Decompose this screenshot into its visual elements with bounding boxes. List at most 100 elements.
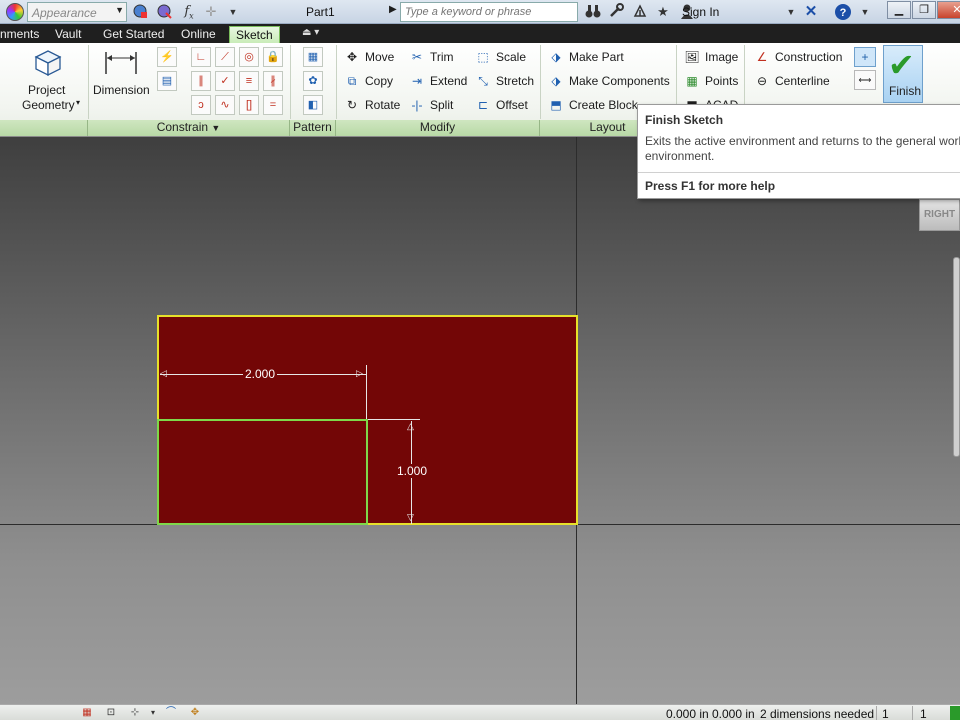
application-menu-icon[interactable] <box>6 3 24 21</box>
status-bar: ▦ ⊡ ⊹ ▾ ⌒ ✥ 0.000 in 0.000 in 2 dimensio… <box>0 704 960 720</box>
copy-button[interactable]: Copy <box>365 74 393 88</box>
finish-sketch-button[interactable]: ✔ Finish <box>883 45 923 103</box>
sign-in-link[interactable]: Sign In <box>682 5 719 19</box>
orbit-icon[interactable]: ⌒ <box>164 706 178 720</box>
pan-icon[interactable]: ✥ <box>188 706 202 720</box>
offset-button[interactable]: Offset <box>496 98 528 112</box>
help-chevron-icon[interactable]: ▼ <box>856 3 874 21</box>
rectangular-pattern-icon[interactable]: ▦ <box>303 47 323 67</box>
symmetric-constraint-icon[interactable]: [] <box>239 95 259 115</box>
plus-icon[interactable]: ✛ <box>202 3 220 21</box>
smooth-constraint-icon[interactable]: ∿ <box>215 95 235 115</box>
snap-chevron-icon[interactable]: ▾ <box>146 706 160 720</box>
center-point-icon[interactable]: + <box>854 47 876 67</box>
move-button[interactable]: Move <box>365 50 394 64</box>
fix-constraint-icon[interactable]: 🔒 <box>263 47 283 67</box>
customize-menu-icon[interactable]: ▼ <box>224 3 242 21</box>
stretch-icon[interactable]: ⤡ <box>475 73 491 89</box>
show-constraints-icon[interactable]: ▤ <box>157 71 177 91</box>
project-geometry-chevron-icon[interactable]: ▾ <box>76 98 80 107</box>
vertical-constraint-icon[interactable]: ∦ <box>263 71 283 91</box>
copy-icon[interactable]: ⧉ <box>344 73 360 89</box>
equal-constraint-icon[interactable]: = <box>263 95 283 115</box>
scale-button[interactable]: Scale <box>496 50 526 64</box>
project-geometry-label-2[interactable]: Geometry <box>22 98 75 112</box>
points-icon[interactable]: ▦ <box>684 73 700 89</box>
horizontal-constraint-icon[interactable]: ≡ <box>239 71 259 91</box>
rotate-icon[interactable]: ↻ <box>344 97 360 113</box>
parallel-constraint-icon[interactable]: ∥ <box>191 71 211 91</box>
make-part-icon[interactable]: ⬗ <box>548 49 564 65</box>
extend-button[interactable]: Extend <box>430 74 467 88</box>
scale-icon[interactable]: ⬚ <box>475 49 491 65</box>
tab-vault[interactable]: Vault <box>55 26 81 43</box>
split-button[interactable]: Split <box>430 98 453 112</box>
mirror-icon[interactable]: ◧ <box>303 95 323 115</box>
horizontal-dimension-value[interactable]: 2.000 <box>243 367 278 381</box>
tab-sketch[interactable]: Sketch <box>229 26 280 43</box>
split-icon[interactable]: -|- <box>409 97 425 113</box>
appearance-dropdown[interactable]: Appearance ▼ <box>27 2 127 22</box>
create-block-button[interactable]: Create Block <box>569 98 638 112</box>
panel-display-toggle-icon[interactable]: ⏏ ▾ <box>302 27 319 38</box>
circular-pattern-icon[interactable]: ✿ <box>303 71 323 91</box>
tab-get-started[interactable]: Get Started <box>103 26 164 43</box>
perpendicular-constraint-icon[interactable]: ✓ <box>215 71 235 91</box>
sketch-inner-rectangle[interactable] <box>157 419 368 525</box>
image-icon[interactable]: 🖼 <box>684 49 700 65</box>
mirror-window-icon[interactable]: ⊡ <box>104 706 118 720</box>
make-components-icon[interactable]: ⬗ <box>548 73 564 89</box>
graphics-canvas[interactable]: RIGHT ◁ ▷ 2.000 △ ▽ 1.000 <box>0 137 960 704</box>
exchange-apps-icon[interactable]: ✕ <box>802 3 820 21</box>
auto-dimension-icon[interactable]: ⚡ <box>157 47 177 67</box>
search-expand-icon[interactable]: ▶ <box>389 4 397 15</box>
concentric-constraint-icon[interactable]: ◎ <box>239 47 259 67</box>
binoculars-icon[interactable] <box>584 3 602 21</box>
minimize-button[interactable]: ▁ <box>887 1 911 19</box>
constrain-panel-bar[interactable]: Constrain ▼ <box>88 120 290 136</box>
communication-center-icon[interactable] <box>631 3 649 21</box>
close-button[interactable]: ✕ <box>937 1 960 19</box>
make-components-button[interactable]: Make Components <box>569 74 670 88</box>
trim-button[interactable]: Trim <box>430 50 454 64</box>
viewcube[interactable]: RIGHT <box>919 199 960 231</box>
fx-parameters-icon[interactable]: fx <box>180 3 198 21</box>
construction-button[interactable]: Construction <box>775 50 842 64</box>
color-override-icon[interactable] <box>131 3 149 21</box>
project-geometry-icon[interactable] <box>32 47 62 80</box>
dimension-label[interactable]: Dimension <box>93 83 150 97</box>
trim-icon[interactable]: ✂ <box>409 49 425 65</box>
points-button[interactable]: Points <box>705 74 738 88</box>
subscription-icon[interactable] <box>607 3 625 21</box>
sign-in-chevron-icon[interactable]: ▼ <box>782 3 800 21</box>
collinear-constraint-icon[interactable]: ⟋ <box>215 47 235 67</box>
favorites-star-icon[interactable]: ★ <box>654 3 672 21</box>
stretch-button[interactable]: Stretch <box>496 74 534 88</box>
coincident-constraint-icon[interactable]: ∟ <box>191 47 211 67</box>
vertical-dimension-value[interactable]: 1.000 <box>395 464 430 478</box>
navigation-bar[interactable] <box>953 257 960 457</box>
driven-dimension-icon[interactable]: ⟷ <box>854 70 876 90</box>
grid-icon[interactable]: ▦ <box>80 706 94 720</box>
centerline-button[interactable]: Centerline <box>775 74 830 88</box>
centerline-icon[interactable]: ⊖ <box>754 73 770 89</box>
search-input[interactable] <box>400 2 578 22</box>
snap-icon[interactable]: ⊹ <box>128 706 142 720</box>
move-icon[interactable]: ✥ <box>344 49 360 65</box>
extend-icon[interactable]: ⇥ <box>409 73 425 89</box>
project-geometry-label[interactable]: Project <box>28 83 65 97</box>
help-icon[interactable]: ? <box>834 3 852 21</box>
tab-online[interactable]: Online <box>181 26 216 43</box>
tab-environments[interactable]: nments <box>0 26 39 43</box>
rotate-button[interactable]: Rotate <box>365 98 400 112</box>
construction-icon[interactable]: ∠ <box>754 49 770 65</box>
dimension-icon[interactable] <box>104 48 138 79</box>
finish-sketch-tooltip: Finish Sketch Exits the active environme… <box>637 104 960 199</box>
restore-button[interactable]: ❐ <box>912 1 936 19</box>
create-block-icon[interactable]: ⬒ <box>548 97 564 113</box>
image-button[interactable]: Image <box>705 50 738 64</box>
offset-icon[interactable]: ⊏ <box>475 97 491 113</box>
make-part-button[interactable]: Make Part <box>569 50 624 64</box>
clear-appearance-icon[interactable] <box>155 3 173 21</box>
tangent-constraint-icon[interactable]: ↄ <box>191 95 211 115</box>
